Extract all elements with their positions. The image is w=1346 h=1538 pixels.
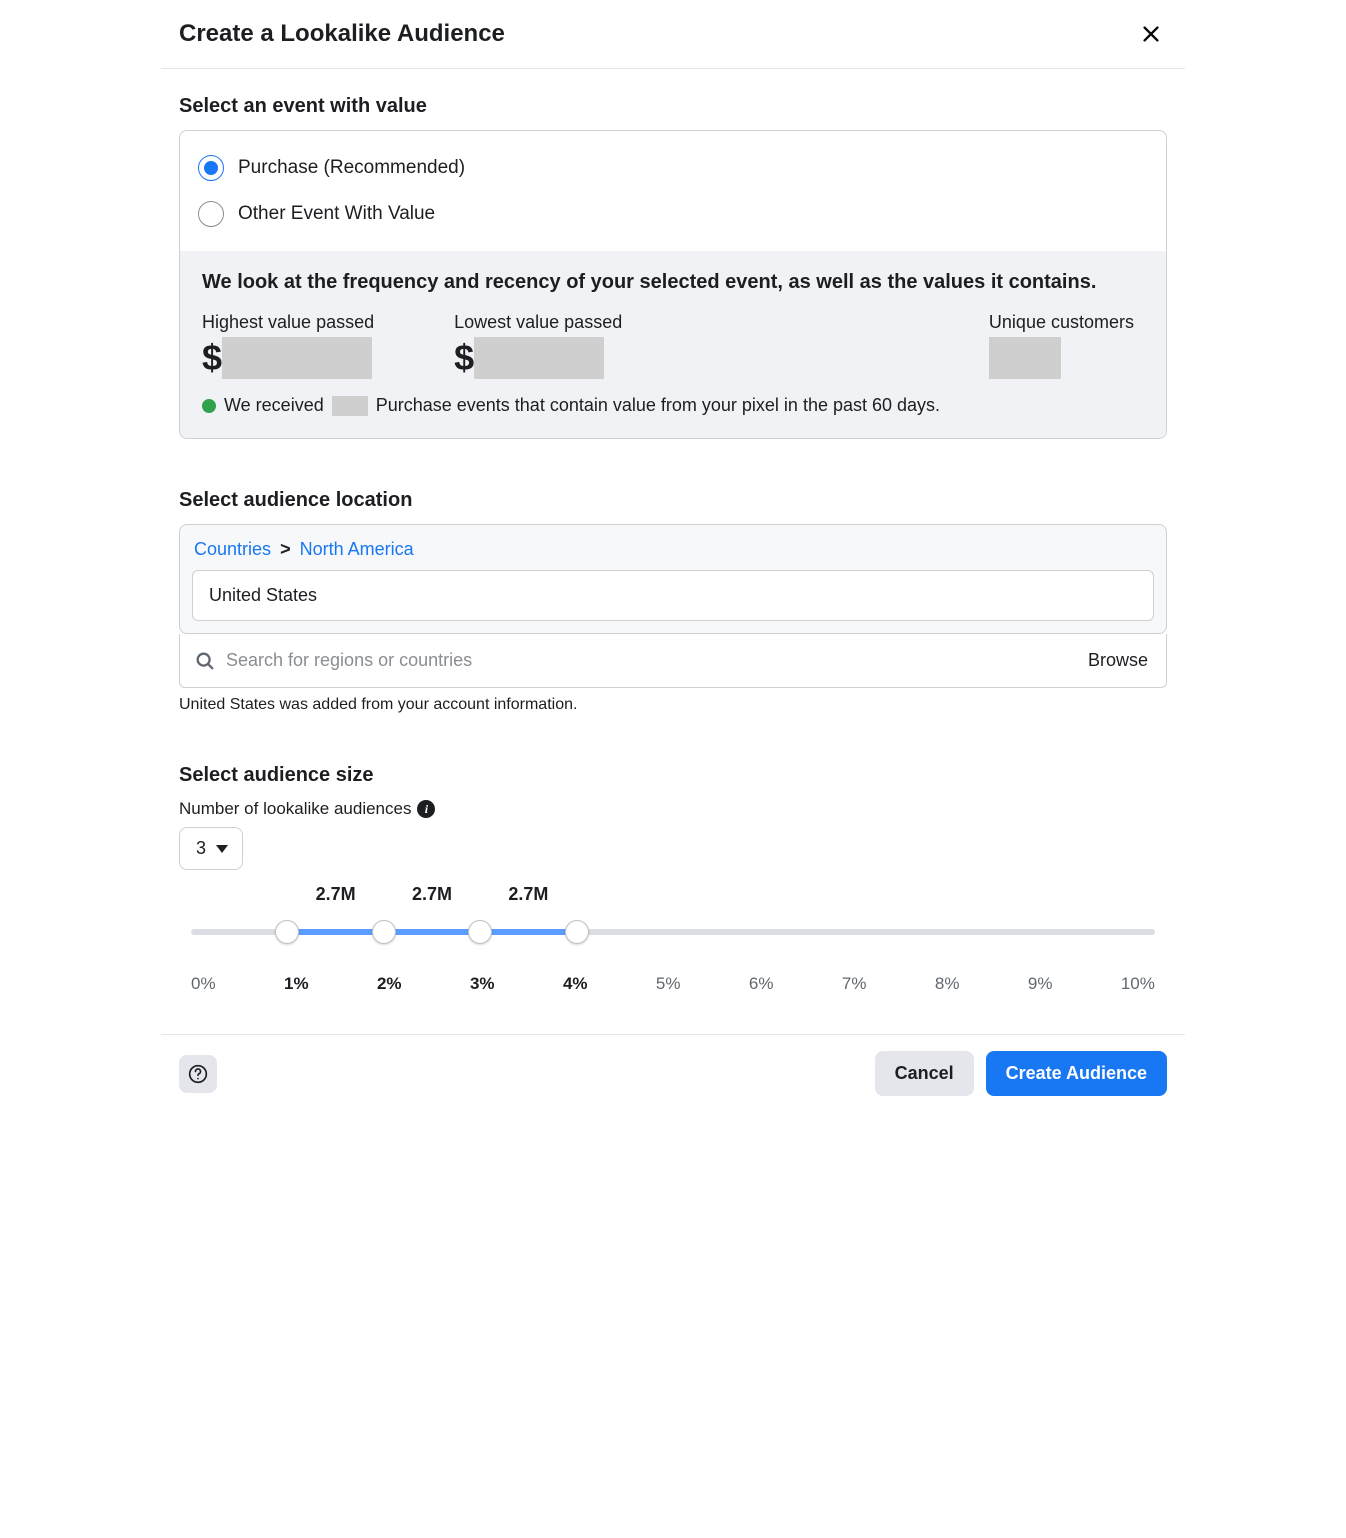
event-info-heading: We look at the frequency and recency of … bbox=[202, 271, 1144, 294]
tick-label: 6% bbox=[749, 974, 774, 994]
slider-handle[interactable] bbox=[275, 920, 299, 944]
redacted-value bbox=[989, 337, 1061, 379]
segment-label: 2.7M bbox=[412, 884, 452, 905]
status-dot-icon bbox=[202, 399, 216, 413]
location-search-input[interactable] bbox=[216, 650, 1088, 671]
event-option-label: Purchase (Recommended) bbox=[238, 157, 465, 179]
segment-label: 2.7M bbox=[508, 884, 548, 905]
help-icon bbox=[188, 1064, 208, 1084]
search-icon bbox=[194, 650, 216, 672]
redacted-value bbox=[222, 337, 372, 379]
slider-handle[interactable] bbox=[372, 920, 396, 944]
stat-lowest: Lowest value passed $ bbox=[454, 312, 622, 379]
stat-unique: Unique customers bbox=[989, 312, 1134, 379]
slider-tick-labels: 0% 1% 2% 3% 4% 5% 6% 7% 8% 9% 10% bbox=[191, 974, 1155, 994]
dialog-title: Create a Lookalike Audience bbox=[179, 20, 505, 48]
currency-symbol: $ bbox=[454, 340, 474, 376]
event-option-other[interactable]: Other Event With Value bbox=[194, 191, 1150, 237]
audience-count-value: 3 bbox=[196, 838, 206, 859]
radio-icon bbox=[198, 155, 224, 181]
pixel-status-line: We received Purchase events that contain… bbox=[202, 395, 1144, 416]
segment-label: 2.7M bbox=[316, 884, 356, 905]
info-icon[interactable]: i bbox=[417, 800, 435, 818]
browse-button[interactable]: Browse bbox=[1088, 650, 1148, 671]
cancel-button[interactable]: Cancel bbox=[875, 1051, 974, 1096]
chevron-down-icon bbox=[216, 845, 228, 853]
tick-label: 7% bbox=[842, 974, 867, 994]
close-button[interactable] bbox=[1135, 18, 1167, 50]
breadcrumb-region[interactable]: North America bbox=[300, 539, 414, 559]
slider-fill bbox=[287, 929, 576, 935]
status-text-suffix: Purchase events that contain value from … bbox=[376, 395, 940, 416]
event-option-purchase[interactable]: Purchase (Recommended) bbox=[194, 145, 1150, 191]
tick-label: 0% bbox=[191, 974, 216, 994]
breadcrumb-countries[interactable]: Countries bbox=[194, 539, 271, 559]
stat-highest: Highest value passed $ bbox=[202, 312, 374, 379]
location-hint: United States was added from your accoun… bbox=[179, 696, 1167, 714]
tick-label: 5% bbox=[656, 974, 681, 994]
location-heading: Select audience location bbox=[179, 489, 1167, 512]
help-button[interactable] bbox=[179, 1055, 217, 1093]
event-card: Purchase (Recommended) Other Event With … bbox=[179, 130, 1167, 439]
stat-label: Highest value passed bbox=[202, 312, 374, 333]
tick-label: 1% bbox=[284, 974, 309, 994]
tick-label: 8% bbox=[935, 974, 960, 994]
status-text-prefix: We received bbox=[224, 395, 324, 416]
size-heading: Select audience size bbox=[179, 764, 1167, 787]
currency-symbol: $ bbox=[202, 340, 222, 376]
breadcrumb-separator: > bbox=[280, 539, 291, 559]
stat-label: Unique customers bbox=[989, 312, 1134, 333]
location-search-row: Browse bbox=[179, 634, 1167, 688]
stat-label: Lowest value passed bbox=[454, 312, 622, 333]
slider-handle[interactable] bbox=[468, 920, 492, 944]
size-subheading-text: Number of lookalike audiences bbox=[179, 799, 411, 819]
create-audience-button[interactable]: Create Audience bbox=[986, 1051, 1167, 1096]
tick-label: 10% bbox=[1121, 974, 1155, 994]
tick-label: 9% bbox=[1028, 974, 1053, 994]
tick-label: 2% bbox=[377, 974, 402, 994]
tick-label: 3% bbox=[470, 974, 495, 994]
location-card: Countries > North America United States bbox=[179, 524, 1167, 634]
redacted-count bbox=[332, 396, 368, 416]
radio-icon bbox=[198, 201, 224, 227]
audience-size-slider[interactable]: 2.7M 2.7M 2.7M bbox=[191, 920, 1155, 944]
redacted-value bbox=[474, 337, 604, 379]
close-icon bbox=[1140, 23, 1162, 45]
event-info-panel: We look at the frequency and recency of … bbox=[180, 251, 1166, 438]
selected-location[interactable]: United States bbox=[192, 570, 1154, 621]
events-heading: Select an event with value bbox=[179, 95, 1167, 118]
location-breadcrumb: Countries > North America bbox=[194, 539, 1154, 560]
event-option-label: Other Event With Value bbox=[238, 203, 435, 225]
tick-label: 4% bbox=[563, 974, 588, 994]
audience-count-select[interactable]: 3 bbox=[179, 827, 243, 870]
slider-handle[interactable] bbox=[565, 920, 589, 944]
size-subheading: Number of lookalike audiences i bbox=[179, 799, 1167, 819]
